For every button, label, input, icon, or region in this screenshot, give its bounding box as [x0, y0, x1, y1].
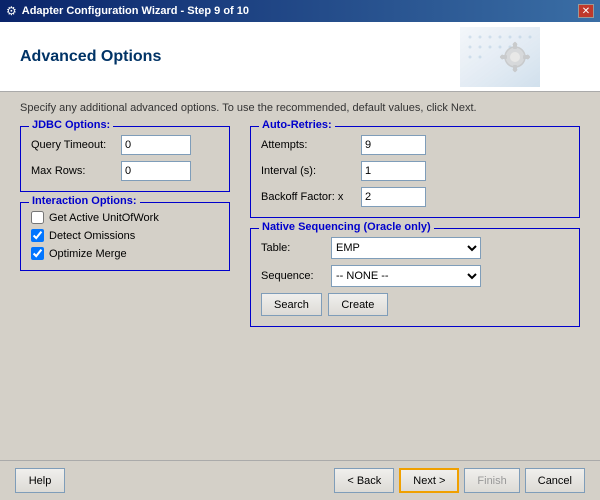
- back-button[interactable]: < Back: [334, 468, 394, 493]
- native-buttons: Search Create: [261, 293, 569, 316]
- detect-omissions-label: Detect Omissions: [49, 230, 135, 242]
- backoff-input[interactable]: [361, 187, 426, 207]
- native-sequencing-group: Native Sequencing (Oracle only) Table: E…: [250, 228, 580, 327]
- dialog: Advanced Options: [0, 22, 600, 500]
- jdbc-options-group: JDBC Options: Query Timeout: Max Rows:: [20, 126, 230, 192]
- help-button[interactable]: Help: [15, 468, 65, 493]
- finish-button[interactable]: Finish: [464, 468, 519, 493]
- search-button[interactable]: Search: [261, 293, 322, 316]
- create-button[interactable]: Create: [328, 293, 388, 316]
- max-rows-row: Max Rows:: [31, 161, 219, 181]
- interval-row: Interval (s):: [261, 161, 569, 181]
- left-column: JDBC Options: Query Timeout: Max Rows: I…: [20, 126, 230, 450]
- get-active-row: Get Active UnitOfWork: [31, 211, 219, 224]
- header-band: Advanced Options: [0, 22, 600, 92]
- sequence-label: Sequence:: [261, 270, 331, 282]
- optimize-merge-checkbox[interactable]: [31, 247, 44, 260]
- auto-retries-group: Auto-Retries: Attempts: Interval (s): Ba…: [250, 126, 580, 218]
- footer: Help < Back Next > Finish Cancel: [0, 460, 600, 500]
- next-button[interactable]: Next >: [399, 468, 459, 493]
- max-rows-label: Max Rows:: [31, 165, 121, 177]
- query-timeout-label: Query Timeout:: [31, 139, 121, 151]
- native-sequencing-title: Native Sequencing (Oracle only): [259, 221, 434, 233]
- title-bar-title: Adapter Configuration Wizard - Step 9 of…: [22, 5, 249, 17]
- query-timeout-row: Query Timeout:: [31, 135, 219, 155]
- max-rows-input[interactable]: [121, 161, 191, 181]
- footer-right-buttons: < Back Next > Finish Cancel: [334, 468, 585, 493]
- query-timeout-input[interactable]: [121, 135, 191, 155]
- table-select[interactable]: EMP: [331, 237, 481, 259]
- title-bar-icon: ⚙: [6, 4, 17, 18]
- detect-omissions-row: Detect Omissions: [31, 229, 219, 242]
- sequence-select[interactable]: -- NONE --: [331, 265, 481, 287]
- optimize-merge-row: Optimize Merge: [31, 247, 219, 260]
- main-grid: JDBC Options: Query Timeout: Max Rows: I…: [20, 126, 580, 450]
- attempts-label: Attempts:: [261, 139, 361, 151]
- jdbc-options-title: JDBC Options:: [29, 119, 113, 131]
- sequence-row: Sequence: -- NONE --: [261, 265, 569, 287]
- backoff-row: Backoff Factor: x: [261, 187, 569, 207]
- get-active-label: Get Active UnitOfWork: [49, 212, 159, 224]
- table-row: Table: EMP: [261, 237, 569, 259]
- header-image: [460, 27, 580, 87]
- table-label: Table:: [261, 242, 331, 254]
- get-active-checkbox[interactable]: [31, 211, 44, 224]
- content-area: Specify any additional advanced options.…: [0, 92, 600, 460]
- optimize-merge-label: Optimize Merge: [49, 248, 127, 260]
- attempts-input[interactable]: [361, 135, 426, 155]
- interval-input[interactable]: [361, 161, 426, 181]
- interval-label: Interval (s):: [261, 165, 361, 177]
- detect-omissions-checkbox[interactable]: [31, 229, 44, 242]
- cancel-button[interactable]: Cancel: [525, 468, 585, 493]
- attempts-row: Attempts:: [261, 135, 569, 155]
- instruction-text: Specify any additional advanced options.…: [20, 102, 580, 114]
- close-button[interactable]: ✕: [578, 4, 594, 18]
- right-column: Auto-Retries: Attempts: Interval (s): Ba…: [250, 126, 580, 450]
- page-title: Advanced Options: [20, 48, 161, 66]
- interaction-options-title: Interaction Options:: [29, 195, 140, 207]
- auto-retries-title: Auto-Retries:: [259, 119, 335, 131]
- backoff-label: Backoff Factor: x: [261, 191, 361, 203]
- interaction-options-group: Interaction Options: Get Active UnitOfWo…: [20, 202, 230, 271]
- title-bar: ⚙ Adapter Configuration Wizard - Step 9 …: [0, 0, 600, 22]
